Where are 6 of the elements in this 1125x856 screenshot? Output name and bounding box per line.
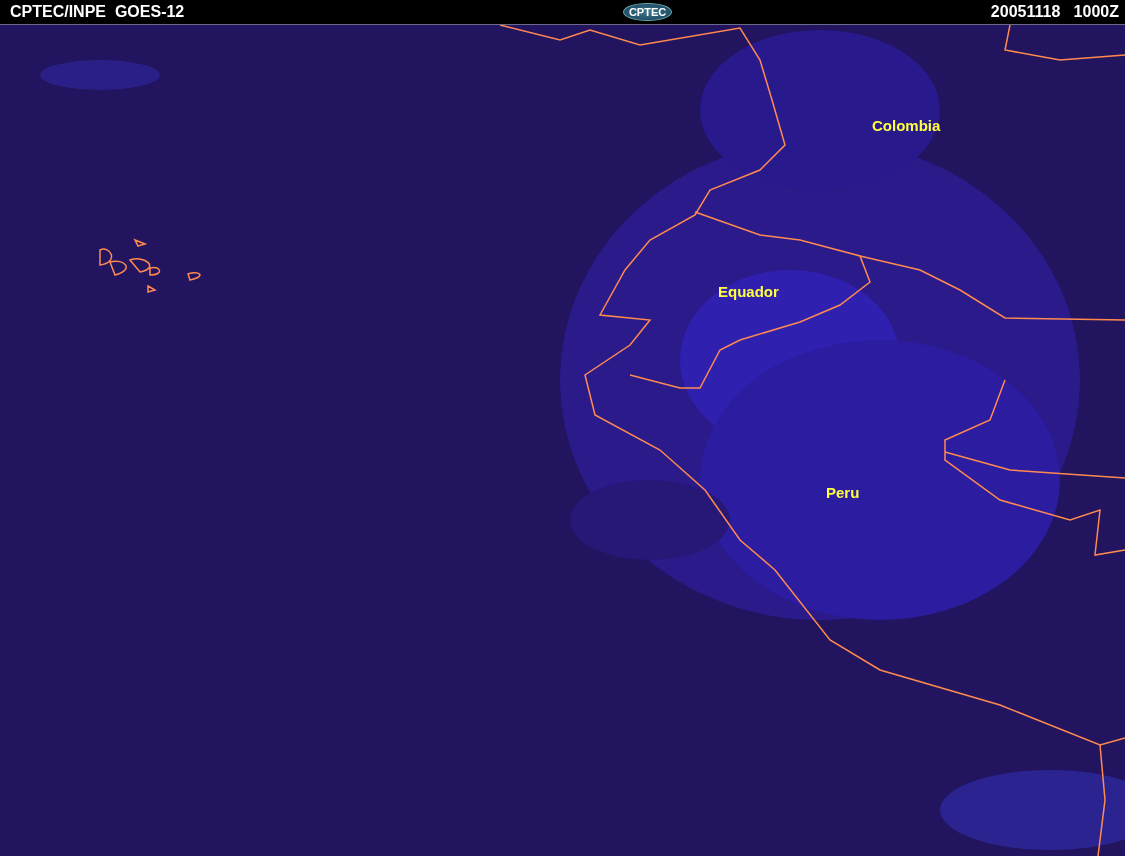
product-title: CPTEC/INPE GOES-12	[10, 3, 185, 21]
country-label: Colombia	[872, 117, 941, 134]
country-label: Equador	[718, 283, 779, 300]
timestamp: 20051118 1000Z	[990, 3, 1119, 21]
country-label: Peru	[826, 484, 860, 501]
logo: CPTEC	[622, 3, 673, 21]
